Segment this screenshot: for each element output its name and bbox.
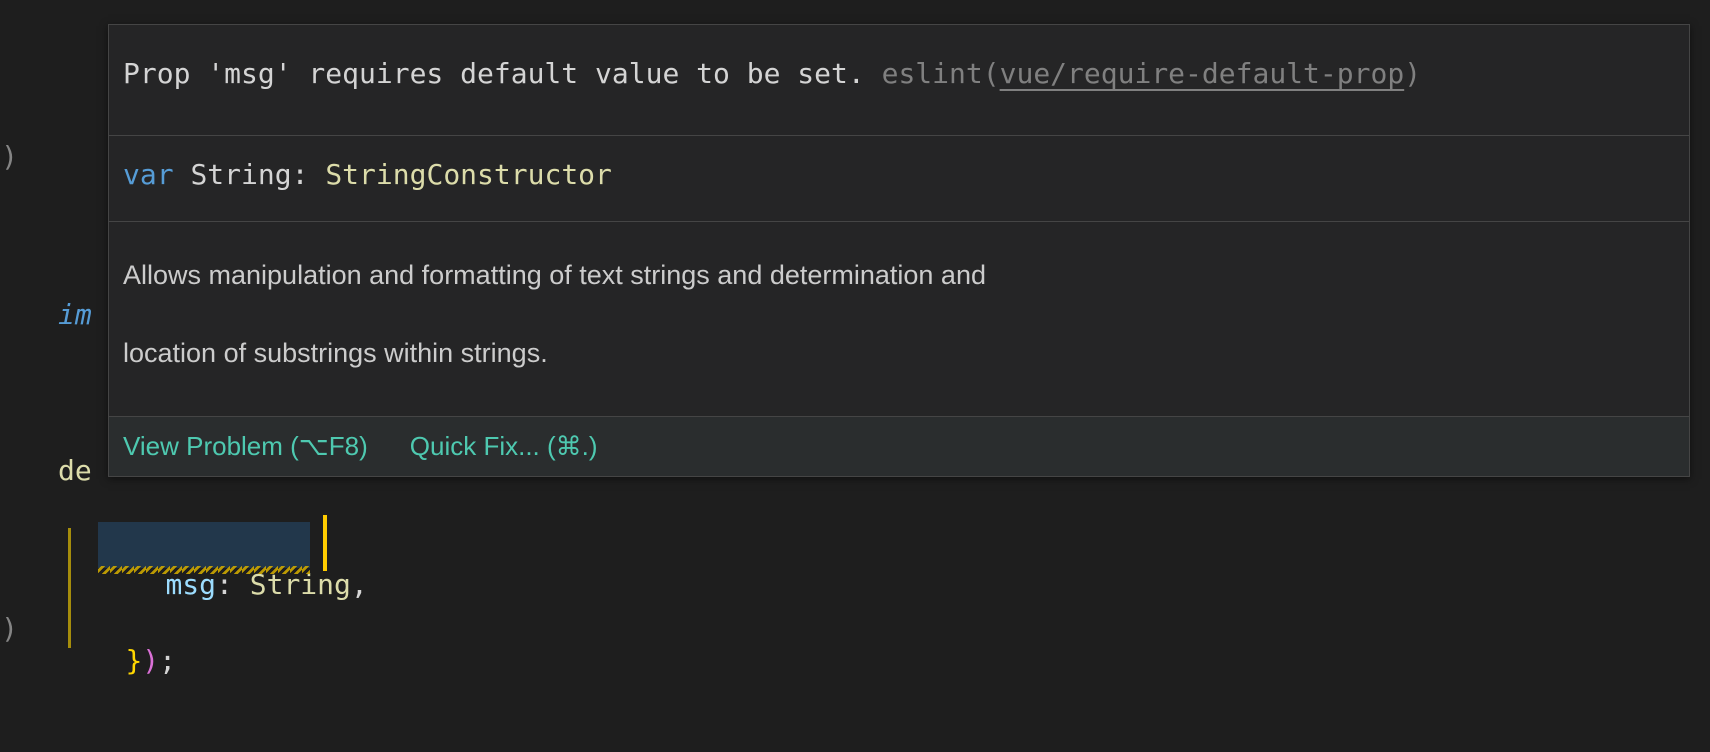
hover-lint-section: Prop 'msg' requires default value to be …	[109, 25, 1689, 136]
type-keyword: var	[123, 158, 174, 191]
hover-type-section: var String: StringConstructor	[109, 136, 1689, 222]
doc-line: Allows manipulation and formatting of te…	[123, 236, 1675, 314]
lint-source: eslint	[882, 57, 983, 90]
semicolon: ;	[159, 644, 176, 677]
line-number: )	[0, 140, 18, 173]
quick-fix-button[interactable]: Quick Fix... (⌘.)	[410, 431, 598, 461]
warning-squiggle	[98, 566, 310, 574]
code-line-close: });	[58, 604, 176, 718]
doc-line: location of substrings within strings.	[123, 314, 1675, 392]
hover-tooltip: Prop 'msg' requires default value to be …	[108, 24, 1690, 477]
close-paren: )	[142, 644, 159, 677]
line-number: )	[0, 612, 18, 645]
comma: ,	[351, 568, 368, 601]
lint-paren: (	[983, 57, 1000, 90]
lint-paren: )	[1404, 57, 1421, 90]
hover-doc-section: Allows manipulation and formatting of te…	[109, 222, 1689, 417]
close-brace: }	[125, 644, 142, 677]
code-line-define: de	[58, 452, 92, 490]
lint-rule-link[interactable]: vue/require-default-prop	[1000, 57, 1405, 90]
type-var-name: String	[190, 158, 291, 191]
hover-actions: View Problem (⌥F8) Quick Fix... (⌘.)	[109, 417, 1689, 476]
code-line-import: im	[58, 296, 92, 334]
lint-message: Prop 'msg' requires default value to be …	[123, 57, 882, 90]
text-cursor	[323, 515, 327, 571]
type-constructor: StringConstructor	[325, 158, 612, 191]
type-colon: :	[292, 158, 326, 191]
code-editor[interactable]: ) ) </ <s im de msg: String, }); Prop 'm…	[0, 0, 1710, 752]
view-problem-button[interactable]: View Problem (⌥F8)	[123, 431, 368, 461]
